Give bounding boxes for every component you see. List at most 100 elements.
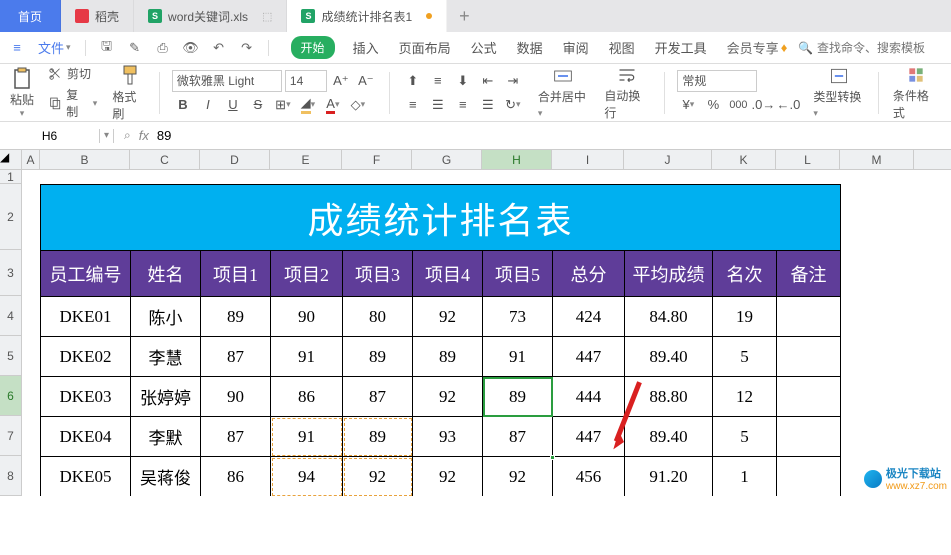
row-header[interactable]: 8 xyxy=(0,456,22,496)
font-size-select[interactable] xyxy=(285,70,327,92)
ribbon-tab-review[interactable]: 审阅 xyxy=(561,34,591,61)
row-header[interactable]: 7 xyxy=(0,416,22,456)
th[interactable]: 项目4 xyxy=(413,251,483,297)
align-bottom-icon[interactable]: ⬇ xyxy=(452,70,474,92)
col-header[interactable]: K xyxy=(712,150,776,169)
name-box[interactable] xyxy=(0,129,100,143)
col-header[interactable]: D xyxy=(200,150,270,169)
conditional-format-button[interactable]: 条件格式 xyxy=(887,65,945,121)
dec-decimal-icon[interactable]: ←.0 xyxy=(777,94,799,116)
row-header[interactable]: 2 xyxy=(0,184,22,250)
th[interactable]: 名次 xyxy=(713,251,777,297)
cut-button[interactable]: 剪切 xyxy=(46,64,100,83)
ribbon-tab-dev[interactable]: 开发工具 xyxy=(653,34,709,61)
ribbon-tab-formula[interactable]: 公式 xyxy=(469,34,499,61)
th[interactable]: 项目5 xyxy=(483,251,553,297)
orientation-icon[interactable]: ↻▾ xyxy=(502,94,524,116)
indent-left-icon[interactable]: ⇤ xyxy=(477,70,499,92)
redo-icon[interactable]: ↷ xyxy=(236,37,258,59)
number-format-select[interactable] xyxy=(677,70,757,92)
percent-icon[interactable]: % xyxy=(702,94,724,116)
new-tab-button[interactable]: + xyxy=(447,6,482,27)
th[interactable]: 备注 xyxy=(777,251,841,297)
fx-icon[interactable]: fx xyxy=(139,128,149,143)
thousand-sep-icon[interactable]: 000 xyxy=(727,94,749,116)
justify-icon[interactable]: ☰ xyxy=(477,94,499,116)
wrap-text-button[interactable]: 自动换行 xyxy=(598,65,656,121)
row-header[interactable]: 5 xyxy=(0,336,22,376)
col-header[interactable]: C xyxy=(130,150,200,169)
font-color-button[interactable]: A▾ xyxy=(322,94,344,116)
col-header[interactable]: E xyxy=(270,150,342,169)
row-header[interactable]: 3 xyxy=(0,250,22,296)
italic-button[interactable]: I xyxy=(197,94,219,116)
col-header[interactable]: B xyxy=(40,150,130,169)
bold-button[interactable]: B xyxy=(172,94,194,116)
align-right-icon[interactable]: ≡ xyxy=(452,94,474,116)
th[interactable]: 项目3 xyxy=(343,251,413,297)
th[interactable]: 平均成绩 xyxy=(625,251,713,297)
print-preview-icon[interactable]: 👁 xyxy=(180,37,202,59)
indent-right-icon[interactable]: ⇥ xyxy=(502,70,524,92)
decrease-font-icon[interactable]: A⁻ xyxy=(355,70,377,92)
merge-center-button[interactable]: 合并居中▾ xyxy=(532,66,594,119)
row-header-selected[interactable]: 6 xyxy=(0,376,22,416)
border-button[interactable]: ⊞▾ xyxy=(272,94,294,116)
search-input[interactable]: 🔍 xyxy=(790,41,945,55)
th[interactable]: 项目1 xyxy=(201,251,271,297)
magnifier-icon[interactable]: ⌕ xyxy=(124,128,131,143)
th[interactable]: 总分 xyxy=(553,251,625,297)
fill-handle[interactable] xyxy=(550,455,555,460)
save-as-icon[interactable]: ✎ xyxy=(124,37,146,59)
select-all-corner[interactable]: ◢ xyxy=(0,150,22,169)
col-header[interactable]: F xyxy=(342,150,412,169)
col-header[interactable]: J xyxy=(624,150,712,169)
align-center-icon[interactable]: ☰ xyxy=(427,94,449,116)
ribbon-tab-insert[interactable]: 插入 xyxy=(351,34,381,61)
table-title[interactable]: 成绩统计排名表 xyxy=(41,185,841,251)
col-header[interactable]: G xyxy=(412,150,482,169)
col-header[interactable]: M xyxy=(840,150,914,169)
col-header[interactable]: A xyxy=(22,150,40,169)
ribbon-tab-member[interactable]: 会员专享♦ xyxy=(725,34,790,61)
ribbon-tab-view[interactable]: 视图 xyxy=(607,34,637,61)
th[interactable]: 项目2 xyxy=(271,251,343,297)
ribbon-tab-start[interactable]: 开始 xyxy=(291,36,335,59)
undo-icon[interactable]: ↶ xyxy=(208,37,230,59)
inc-decimal-icon[interactable]: .0→ xyxy=(752,94,774,116)
paste-button[interactable]: 粘贴▾ xyxy=(6,67,38,119)
copy-button[interactable]: 复制▾ xyxy=(46,85,100,121)
row-header[interactable]: 1 xyxy=(0,170,22,184)
clear-fmt-button[interactable]: ◇▾ xyxy=(347,94,369,116)
align-top-icon[interactable]: ⬆ xyxy=(402,70,424,92)
format-painter-button[interactable]: 格式刷 xyxy=(108,64,151,122)
close-icon[interactable]: ⬚ xyxy=(262,10,272,23)
strike-button[interactable]: S xyxy=(247,94,269,116)
th[interactable]: 员工编号 xyxy=(41,251,131,297)
th[interactable]: 姓名 xyxy=(131,251,201,297)
tab-daoke[interactable]: 稻壳 xyxy=(61,0,134,32)
row-header[interactable]: 4 xyxy=(0,296,22,336)
increase-font-icon[interactable]: A⁺ xyxy=(330,70,352,92)
tab-workbook-1[interactable]: Sword关键词.xls⬚ xyxy=(134,0,287,32)
type-convert-button[interactable]: 类型转换▾ xyxy=(807,66,869,119)
ribbon-tab-data[interactable]: 数据 xyxy=(515,34,545,61)
name-box-dropdown-icon[interactable]: ▾ xyxy=(100,130,113,141)
font-name-select[interactable] xyxy=(172,70,282,92)
col-header[interactable]: L xyxy=(776,150,840,169)
app-menu-icon[interactable]: ≡ xyxy=(6,37,28,59)
currency-icon[interactable]: ¥▾ xyxy=(677,94,699,116)
col-header-selected[interactable]: H xyxy=(482,150,552,169)
cells-area[interactable]: 成绩统计排名表 员工编号 姓名 项目1 项目2 项目3 项目4 项目5 总分 平… xyxy=(22,170,951,496)
tab-home[interactable]: 首页 xyxy=(0,0,61,32)
fill-color-button[interactable]: ◢▾ xyxy=(297,94,319,116)
print-icon[interactable]: ⎙ xyxy=(152,37,174,59)
underline-button[interactable]: U xyxy=(222,94,244,116)
align-middle-icon[interactable]: ≡ xyxy=(427,70,449,92)
tab-workbook-2-active[interactable]: S成绩统计排名表1 xyxy=(287,0,447,32)
align-left-icon[interactable]: ≡ xyxy=(402,94,424,116)
selected-cell[interactable]: 89 xyxy=(483,377,553,417)
ribbon-tab-layout[interactable]: 页面布局 xyxy=(397,34,453,61)
save-icon[interactable]: 🖫 xyxy=(96,37,118,59)
col-header[interactable]: I xyxy=(552,150,624,169)
